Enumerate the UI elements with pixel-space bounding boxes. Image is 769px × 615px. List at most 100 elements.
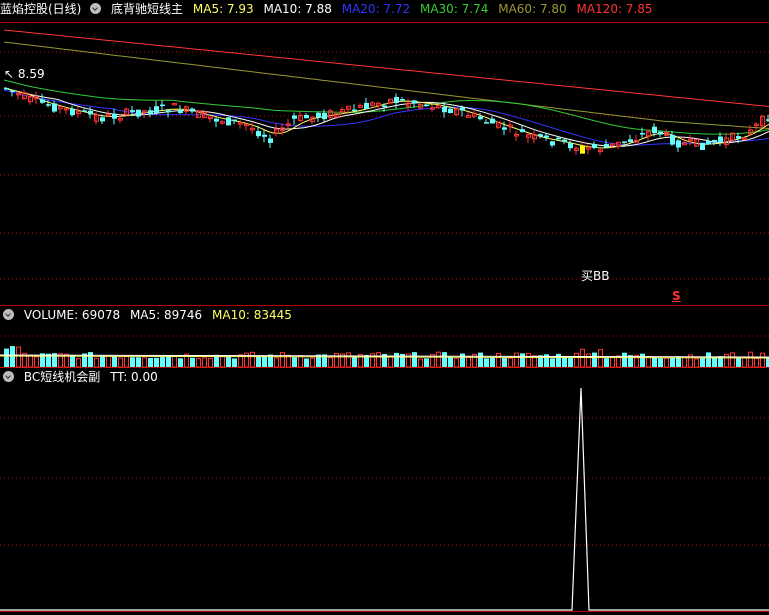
candle [598,148,603,156]
candle [394,93,399,109]
volume-bar [376,352,381,368]
candle [490,115,495,124]
candle [292,112,297,125]
volume-bar [16,346,21,368]
volume-bar [550,358,555,367]
volume-bar [202,357,207,368]
candle [172,102,177,106]
candle [70,105,75,117]
volume-bar [706,352,711,367]
candle [664,129,669,137]
candle [454,107,459,117]
candle [376,101,381,110]
ma120-line [3,29,769,108]
candlesticks [4,87,769,156]
candle [754,122,759,132]
volume-bar [670,357,675,367]
candle [676,138,681,152]
volume-bar [28,354,33,368]
volume-bar [412,352,417,367]
candle [484,119,489,124]
volume-bar [328,357,333,368]
candle [682,137,687,146]
candle [196,110,201,119]
ma10-line [3,87,769,148]
candle [52,100,57,113]
volume-bar [232,358,237,367]
candle [316,111,321,123]
candle [334,113,339,118]
candle [538,133,543,139]
volume-bar [208,357,213,368]
high-price-label: ↖ 8.59 [4,67,45,81]
candle [562,139,567,145]
volume-bar [454,358,459,368]
volume-bar [460,353,465,367]
volume-bar [724,353,729,368]
chart-canvas[interactable] [0,0,769,615]
volume-bar [478,352,483,367]
candle [298,111,303,122]
volume-bar [94,357,99,368]
candle [232,119,237,125]
volume-bar [502,358,507,367]
candle [286,118,291,129]
volume-bar [514,352,519,368]
candle [658,131,663,138]
volume-bar [280,352,285,368]
candle [352,104,357,112]
volume-bar [754,357,759,368]
volume-bar [694,358,699,368]
volume-bar [196,358,201,368]
candle [406,98,411,111]
candle [514,131,519,141]
candle [10,89,15,97]
candle [688,134,693,146]
volume-bar [136,357,141,367]
candle [646,129,651,141]
volume-bar [310,357,315,368]
volume-bar [172,356,177,368]
candle [370,100,375,107]
volume-bar [130,357,135,367]
volume-bar [484,358,489,367]
volume-bar [142,357,147,368]
volume-bar [682,356,687,368]
volume-bar [76,358,81,368]
candle [388,98,393,105]
volume-bar [598,349,603,368]
candle [268,134,273,148]
candle [226,116,231,126]
volume-bar [274,357,279,368]
candle [604,139,609,148]
volume-bar [100,355,105,367]
volume-bar [574,352,579,368]
volume-bar [760,352,765,368]
volume-bar [256,356,261,367]
candle [436,104,441,109]
volume-bar [106,355,111,368]
candle [64,108,69,115]
candle [760,114,765,128]
candle [628,134,633,143]
candle [76,107,81,118]
volume-bar [88,352,93,367]
volume-bar [148,357,153,367]
candle [220,120,225,125]
volume-bar [520,353,525,367]
candle [400,97,405,101]
volume-bar [160,357,165,367]
volume-bar [442,352,447,367]
candle [706,137,711,146]
volume-bar [292,357,297,367]
volume-bar [586,353,591,368]
candle [16,91,21,100]
volume-bar [742,357,747,368]
ma5-line [3,87,769,149]
candle [214,116,219,128]
volume-bar [436,351,441,368]
candle [466,112,471,118]
candle [574,146,579,155]
signal-marker: S [672,289,681,303]
volume-bar [466,356,471,368]
